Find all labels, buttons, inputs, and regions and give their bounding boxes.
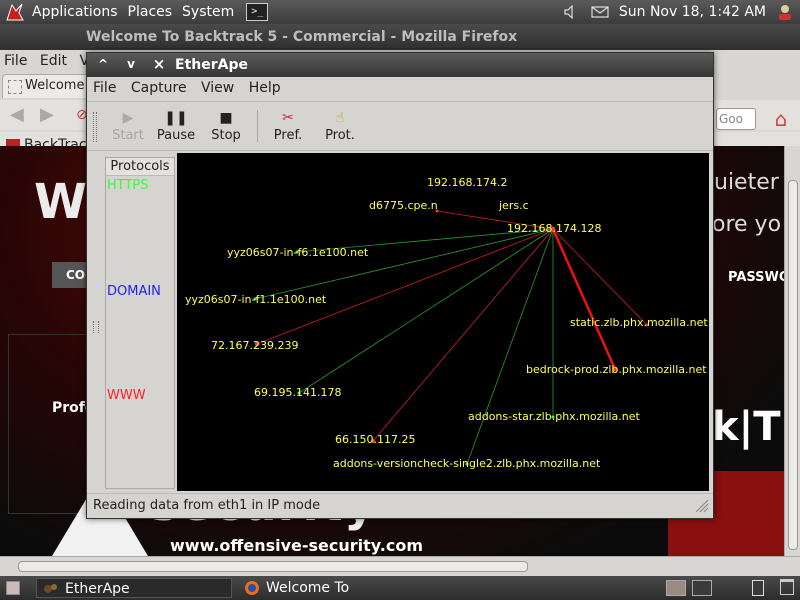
page-website-link[interactable]: www.offensive-security.com (170, 536, 423, 555)
start-label: Start (112, 128, 144, 143)
mail-icon[interactable] (591, 5, 609, 19)
etherape-toolbar: ▶ Start ❚❚ Pause ■ Stop ✂ Pref. ☝ Prot. (87, 101, 713, 151)
back-arrow-icon[interactable]: ◀ (10, 106, 30, 124)
top-panel: Applications Places System >_ Sun Nov 18… (0, 0, 800, 24)
task-etherape[interactable]: EtherApe (36, 578, 232, 598)
pause-button[interactable]: ❚❚ Pause (153, 106, 199, 148)
protocols-icon: ☝ (335, 110, 345, 126)
protocols-header[interactable]: Protocols (106, 158, 174, 176)
graph-node-center[interactable]: 192.168.174.128 (507, 223, 601, 235)
protocols-button[interactable]: ☝ Prot. (317, 106, 363, 148)
resize-grip-icon[interactable] (695, 499, 709, 513)
stop-label: Stop (211, 128, 241, 143)
page-kt-logo: k|T (712, 404, 781, 450)
hscroll-thumb[interactable] (18, 561, 528, 572)
etherape-window: ^ v × EtherApe File Capture View Help ▶ … (86, 52, 714, 519)
system-menu[interactable]: System (182, 4, 234, 20)
pause-icon: ❚❚ (164, 110, 188, 126)
title-down-button[interactable]: v (121, 53, 141, 77)
graph-node[interactable]: bedrock-prod.zlb.phx.mozilla.net (526, 364, 707, 376)
firefox-icon (245, 581, 259, 595)
protocol-domain[interactable]: DOMAIN (107, 284, 161, 299)
menu-capture[interactable]: Capture (131, 80, 187, 96)
workspace-1[interactable] (666, 580, 686, 596)
page-text-quieter: uieter y (714, 170, 784, 195)
etherape-icon (44, 584, 57, 593)
firefox-menubar: File Edit V (0, 50, 97, 72)
terminal-icon[interactable]: >_ (246, 3, 269, 21)
graph-node[interactable]: addons-star.zlb.phx.mozilla.net (468, 411, 640, 423)
network-graph[interactable]: 192.168.174.2 d6775.cpe.n jers.c 192.168… (177, 153, 709, 491)
close-button[interactable]: × (149, 53, 169, 77)
workspace-switch-icon[interactable] (752, 580, 764, 596)
backtrack-dragon-icon[interactable] (4, 1, 26, 23)
graph-node[interactable]: 192.168.174.2 (427, 177, 507, 189)
graph-node[interactable]: yyz06s07-in-f1.1e100.net (185, 294, 326, 306)
places-menu[interactable]: Places (128, 4, 173, 20)
page-password-label: PASSWO (728, 270, 784, 285)
graph-node[interactable]: 72.167.239.239 (211, 340, 298, 352)
toolbar-separator (257, 110, 258, 142)
bottom-panel: EtherApe Welcome To Backtrack... (0, 576, 800, 600)
stop-icon: ■ (219, 110, 233, 126)
task-etherape-label: EtherApe (65, 581, 130, 597)
graph-node[interactable]: addons-versioncheck-single2.zlb.phx.mozi… (333, 458, 600, 470)
preferences-label: Pref. (273, 128, 303, 143)
show-desktop-icon[interactable] (6, 581, 20, 595)
pane-grip[interactable] (93, 321, 99, 333)
preferences-button[interactable]: ✂ Pref. (265, 106, 311, 148)
workspace-2[interactable] (692, 580, 712, 596)
protocols-label: Prot. (325, 128, 355, 143)
forward-arrow-icon[interactable]: ▶ (40, 106, 60, 124)
stop-button[interactable]: ■ Stop (203, 106, 249, 148)
graph-node[interactable]: d6775.cpe.n (369, 200, 438, 212)
clock[interactable]: Sun Nov 18, 1:42 AM (619, 4, 766, 20)
menu-view[interactable]: View (201, 80, 234, 96)
etherape-titlebar[interactable]: ^ v × EtherApe (87, 53, 713, 77)
preferences-icon: ✂ (282, 110, 294, 126)
page-co-button[interactable]: CO (52, 262, 88, 288)
firefox-search-input[interactable]: Goo (716, 108, 756, 130)
status-bar: Reading data from eth1 in IP mode (87, 493, 713, 517)
start-icon: ▶ (122, 110, 134, 126)
toolbar-grip[interactable] (93, 112, 97, 142)
pause-label: Pause (156, 128, 196, 143)
home-icon[interactable]: ⌂ (768, 107, 794, 131)
menu-help[interactable]: Help (249, 80, 281, 96)
page-text-more: ore yo (712, 212, 782, 237)
trash-icon[interactable] (780, 579, 794, 595)
protocols-panel: Protocols HTTPS DOMAIN WWW (105, 157, 175, 489)
protocol-www[interactable]: WWW (107, 388, 146, 403)
etherape-menubar: File Capture View Help (87, 77, 713, 99)
applications-menu[interactable]: Applications (32, 4, 118, 20)
graph-node[interactable]: yyz06s07-in-f6.1e100.net (227, 247, 368, 259)
graph-node[interactable]: 66.150.117.25 (335, 434, 415, 446)
firefox-title: Welcome To Backtrack 5 - Commercial - Mo… (0, 24, 800, 50)
graph-node[interactable]: 69.195.141.178 (254, 387, 341, 399)
volume-icon[interactable] (563, 5, 581, 19)
graph-node[interactable]: jers.c (499, 200, 529, 212)
vscroll-thumb[interactable] (788, 180, 798, 550)
page-horizontal-scrollbar[interactable] (0, 556, 800, 576)
title-up-button[interactable]: ^ (93, 53, 113, 77)
menu-file[interactable]: File (93, 80, 116, 96)
graph-node[interactable]: static.zlb.phx.mozilla.net (570, 317, 708, 329)
protocol-https[interactable]: HTTPS (107, 178, 149, 193)
page-vertical-scrollbar[interactable] (784, 146, 800, 556)
firefox-menu-edit[interactable]: Edit (40, 53, 67, 69)
firefox-menu-file[interactable]: File (4, 53, 27, 69)
start-button[interactable]: ▶ Start (105, 106, 151, 148)
user-icon[interactable] (776, 3, 794, 21)
task-firefox-label: Welcome To Backtrack... (266, 580, 350, 596)
window-title: EtherApe (175, 57, 248, 73)
task-firefox[interactable]: Welcome To Backtrack... (238, 578, 428, 598)
